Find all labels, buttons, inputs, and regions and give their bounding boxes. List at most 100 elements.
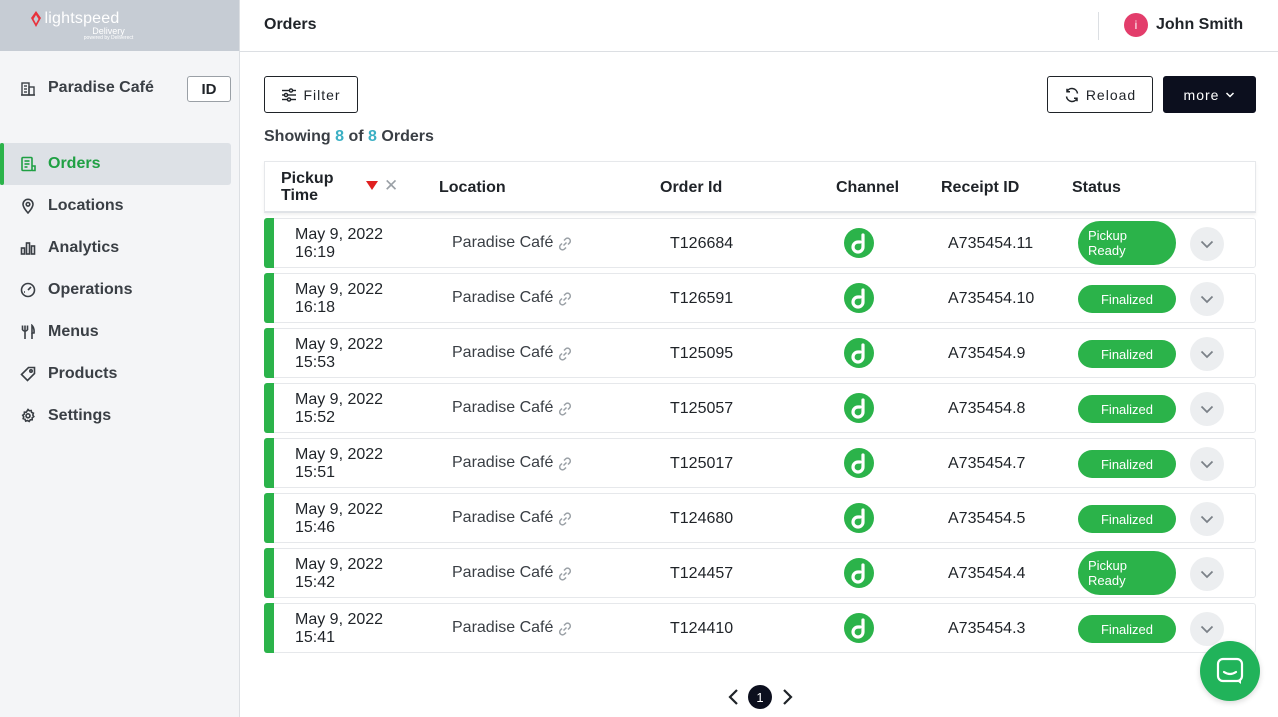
reload-button[interactable]: Reload [1047, 76, 1153, 113]
receipt-id: A735454.9 [948, 345, 1026, 362]
receipt-id: A735454.7 [948, 455, 1026, 472]
location-cell[interactable]: Paradise Café [452, 454, 573, 472]
sidebar-item-analytics[interactable]: Analytics [0, 227, 240, 269]
order-id[interactable]: T124457 [670, 565, 733, 583]
expand-row-button[interactable] [1190, 392, 1224, 426]
location-cell[interactable]: Paradise Café [452, 344, 573, 362]
store-id-button[interactable]: ID [187, 76, 231, 102]
chevron-down-icon [1226, 91, 1235, 98]
expand-row-button[interactable] [1190, 557, 1224, 591]
sidebar-item-operations[interactable]: Operations [0, 269, 240, 311]
status-badge: Finalized [1078, 615, 1176, 643]
chevron-down-icon [1200, 405, 1214, 413]
receipt-id: A735454.8 [948, 400, 1026, 417]
status-badge: Pickup Ready [1078, 551, 1176, 595]
chevron-right-icon[interactable] [778, 687, 796, 707]
bar-chart-icon [20, 242, 36, 255]
clear-sort-icon[interactable]: ✕ [384, 176, 398, 196]
chevron-down-icon [1200, 515, 1214, 523]
table-row[interactable]: May 9, 2022 15:41 Paradise Café T124410 A… [264, 603, 1256, 653]
status-badge: Finalized [1078, 395, 1176, 423]
sidebar-item-orders[interactable]: Orders [0, 143, 231, 185]
table-row[interactable]: May 9, 2022 15:52 Paradise Café T125057 A… [264, 383, 1256, 433]
topbar: Orders i John Smith [240, 0, 1278, 52]
location-cell[interactable]: Paradise Café [452, 509, 573, 527]
pickup-time: May 9, 2022 15:46 [295, 501, 384, 536]
column-header-status[interactable]: Status [1072, 179, 1121, 196]
chat-launcher-button[interactable] [1200, 641, 1260, 701]
sidebar-item-label: Orders [48, 155, 101, 172]
filter-button[interactable]: Filter [264, 76, 358, 113]
avatar[interactable]: i [1124, 13, 1148, 37]
gauge-icon [20, 282, 36, 298]
location-cell[interactable]: Paradise Café [452, 289, 573, 307]
pickup-time: May 9, 2022 16:19 [295, 226, 384, 261]
chevron-left-icon[interactable] [725, 687, 743, 707]
location-cell[interactable]: Paradise Café [452, 564, 573, 582]
column-header-channel[interactable]: Channel [836, 179, 899, 196]
expand-row-button[interactable] [1190, 447, 1224, 481]
column-header-pickup-time[interactable]: Pickup Time [281, 170, 333, 204]
table-row[interactable]: May 9, 2022 15:53 Paradise Café T125095 A… [264, 328, 1256, 378]
link-icon [559, 237, 572, 251]
sidebar-item-label: Products [48, 365, 118, 382]
link-icon [559, 567, 572, 581]
shown-count: 8 [335, 128, 345, 145]
sort-descending-icon[interactable] [366, 181, 378, 190]
chat-icon [1216, 657, 1244, 684]
order-id[interactable]: T125017 [670, 455, 733, 473]
status-badge: Finalized [1078, 505, 1176, 533]
table-row[interactable]: May 9, 2022 16:19 Paradise Café T126684 A… [264, 218, 1256, 268]
sidebar-item-label: Analytics [48, 239, 120, 256]
order-id[interactable]: T125095 [670, 345, 733, 363]
receipt-id: A735454.5 [948, 510, 1026, 527]
orders-icon [21, 156, 36, 172]
expand-row-button[interactable] [1190, 337, 1224, 371]
receipt-id: A735454.3 [948, 620, 1026, 637]
table-row[interactable]: May 9, 2022 15:42 Paradise Café T124457 A… [264, 548, 1256, 598]
sidebar-item-menus[interactable]: Menus [0, 311, 240, 353]
order-id[interactable]: T125057 [670, 400, 733, 418]
sidebar-item-locations[interactable]: Locations [0, 185, 240, 227]
brand-logo[interactable]: lightspeed Delivery powered by Deliverec… [0, 0, 239, 51]
location-cell[interactable]: Paradise Café [452, 619, 573, 637]
link-icon [559, 292, 572, 306]
column-header-receipt-id[interactable]: Receipt ID [941, 179, 1019, 196]
table-row[interactable]: May 9, 2022 16:18 Paradise Café T126591 A… [264, 273, 1256, 323]
row-status-bar [264, 218, 274, 268]
expand-row-button[interactable] [1190, 502, 1224, 536]
row-status-bar [264, 328, 274, 378]
order-id[interactable]: T126591 [670, 290, 733, 308]
row-status-bar [264, 493, 274, 543]
store-selector[interactable]: Paradise Café ID [0, 75, 240, 103]
more-label: more [1183, 86, 1220, 103]
brand-powered: powered by Deliverect [83, 35, 134, 41]
fork-knife-icon [21, 324, 35, 339]
order-id[interactable]: T124410 [670, 620, 733, 638]
column-header-location[interactable]: Location [439, 179, 506, 196]
expand-row-button[interactable] [1190, 227, 1224, 261]
user-name[interactable]: John Smith [1156, 16, 1243, 34]
status-badge: Pickup Ready [1078, 221, 1176, 265]
sidebar-item-products[interactable]: Products [0, 353, 240, 395]
link-icon [559, 457, 572, 471]
table-row[interactable]: May 9, 2022 15:51 Paradise Café T125017 A… [264, 438, 1256, 488]
more-dropdown-button[interactable]: more [1163, 76, 1256, 113]
location-cell[interactable]: Paradise Café [452, 399, 573, 417]
location-cell[interactable]: Paradise Café [452, 234, 573, 252]
sidebar-item-settings[interactable]: Settings [0, 395, 240, 437]
chevron-down-icon [1200, 460, 1214, 468]
column-header-order-id[interactable]: Order Id [660, 179, 722, 196]
chevron-down-icon [1200, 295, 1214, 303]
order-id[interactable]: T124680 [670, 510, 733, 528]
expand-row-button[interactable] [1190, 612, 1224, 646]
deliverect-channel-icon [844, 558, 874, 588]
pickup-time: May 9, 2022 16:18 [295, 281, 384, 316]
order-id[interactable]: T126684 [670, 235, 733, 253]
page-button-current[interactable]: 1 [748, 685, 772, 709]
expand-row-button[interactable] [1190, 282, 1224, 316]
table-row[interactable]: May 9, 2022 15:46 Paradise Café T124680 A… [264, 493, 1256, 543]
link-icon [559, 622, 572, 636]
row-status-bar [264, 273, 274, 323]
link-icon [559, 512, 572, 526]
